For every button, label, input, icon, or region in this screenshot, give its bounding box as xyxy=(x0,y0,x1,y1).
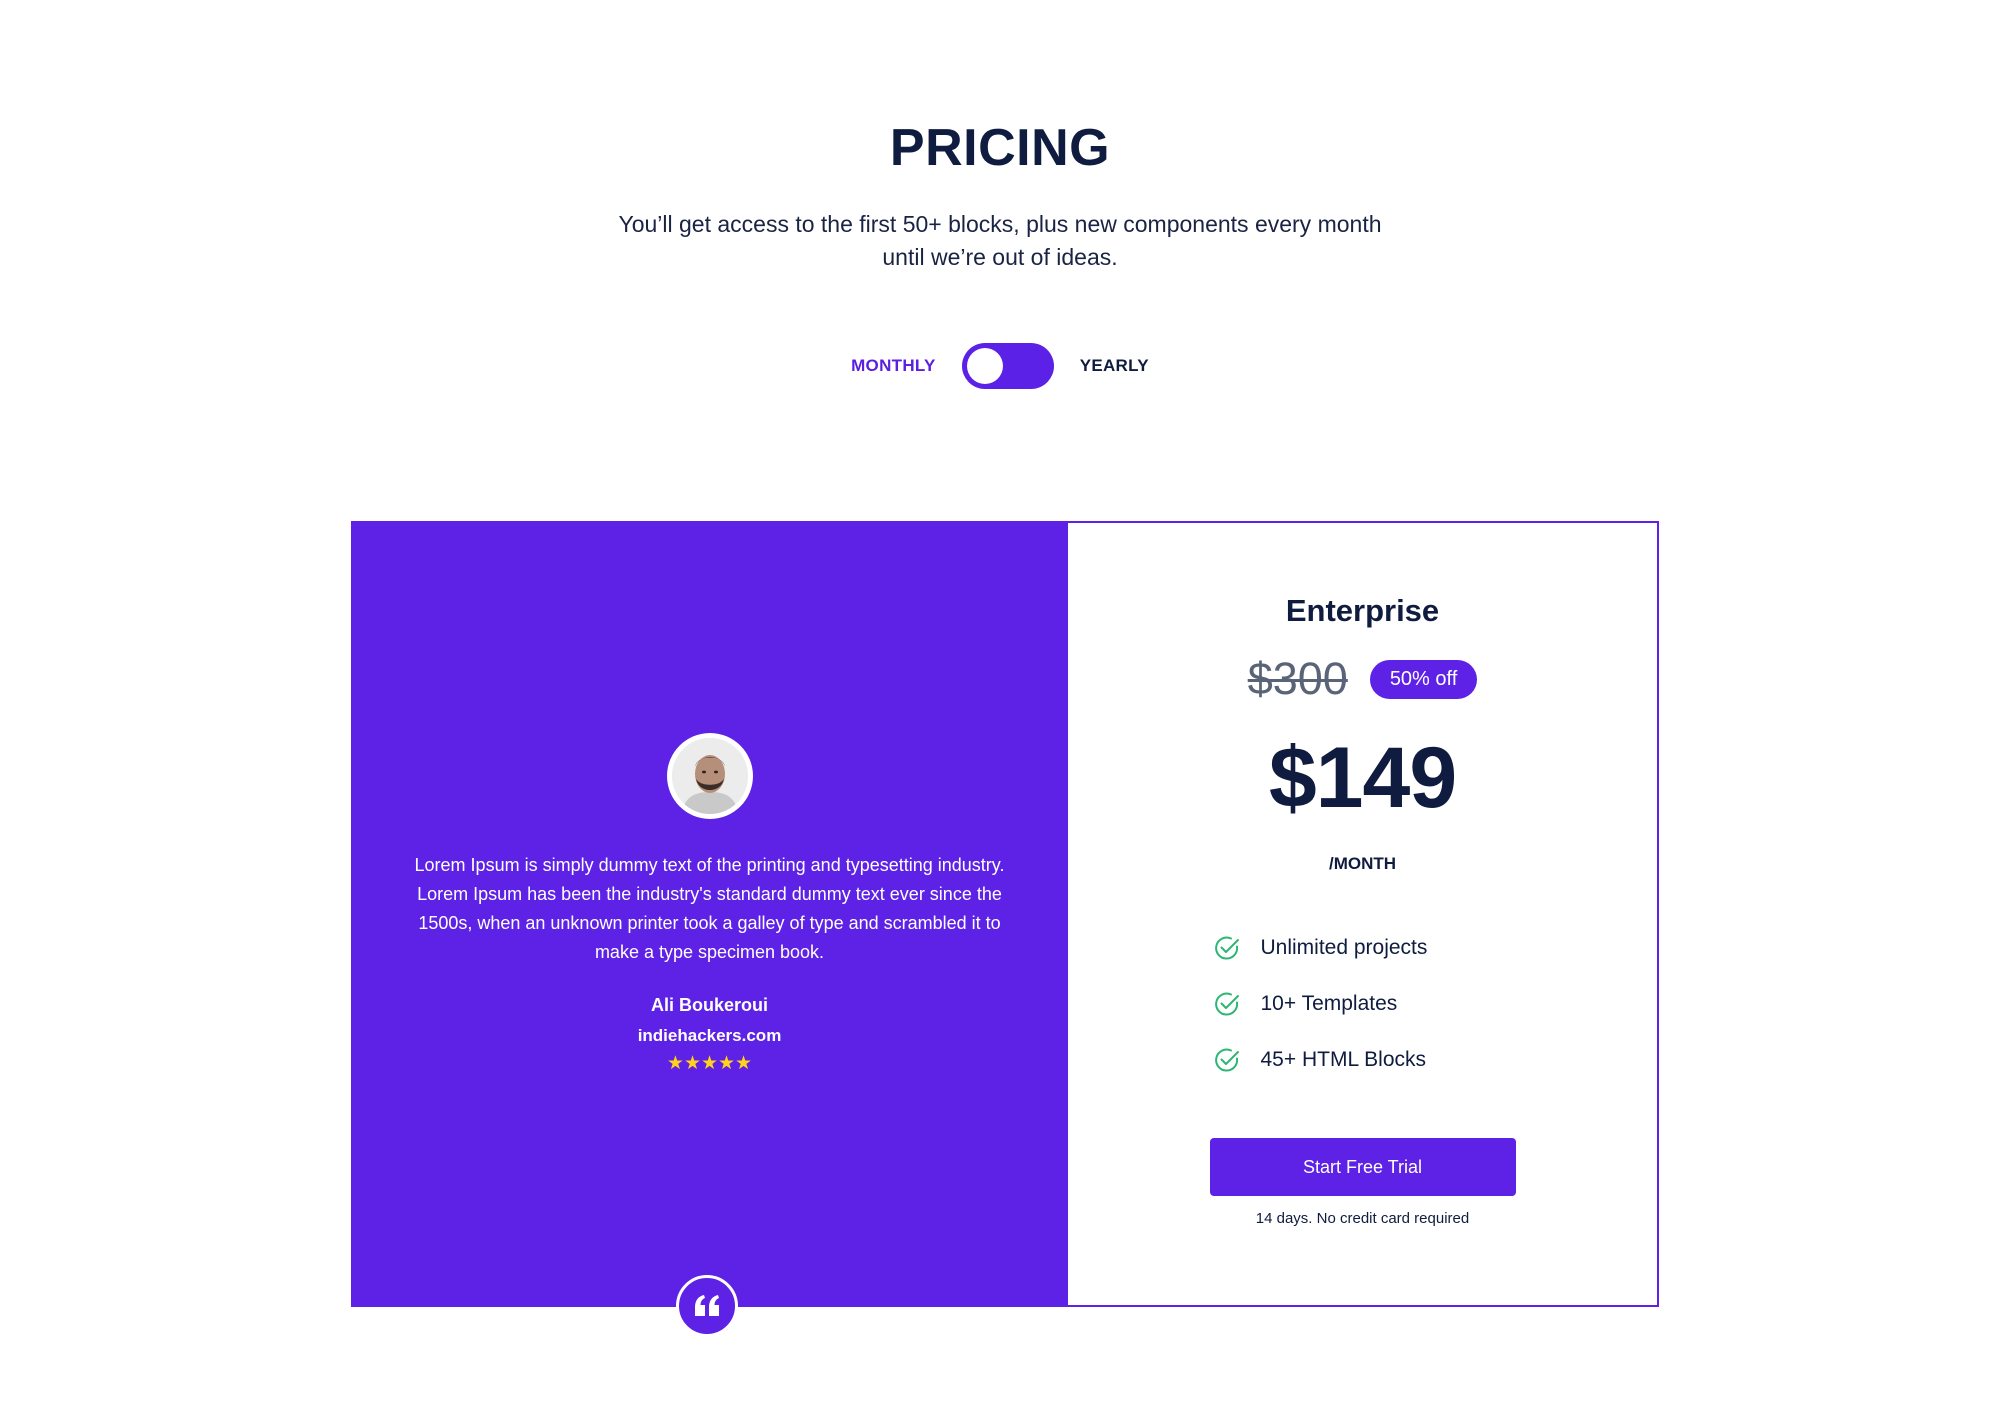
check-circle-icon xyxy=(1213,1046,1241,1074)
feature-item: 45+ HTML Blocks xyxy=(1213,1032,1473,1088)
feature-item: Unlimited projects xyxy=(1213,920,1473,976)
monthly-label[interactable]: MONTHLY xyxy=(851,356,936,376)
star-rating: ★★★★★ xyxy=(667,1054,752,1074)
check-circle-icon xyxy=(1213,934,1241,962)
billing-period: /MONTH xyxy=(1328,854,1397,873)
yearly-label[interactable]: YEARLY xyxy=(1080,356,1149,376)
avatar xyxy=(666,733,753,819)
check-circle-icon xyxy=(1213,990,1241,1018)
plan-panel: Enterprise $300 50% off $149 /MONTH Unli… xyxy=(1068,521,1659,1307)
price-row: $300 50% off xyxy=(1248,653,1478,705)
testimonial-text: Lorem Ipsum is simply dummy text of the … xyxy=(414,855,1005,962)
star-icon: ★★★★★ xyxy=(666,1053,753,1074)
plan-price: $149 xyxy=(1268,730,1457,826)
quote-icon xyxy=(676,1275,738,1337)
plan-name: Enterprise xyxy=(1285,593,1440,628)
page-title: PRICING xyxy=(889,119,1111,177)
trial-note: 14 days. No credit card required xyxy=(1255,1210,1470,1227)
start-free-trial-button[interactable]: Start Free Trial xyxy=(1209,1138,1516,1196)
billing-period-toggle[interactable] xyxy=(961,343,1054,389)
discount-badge: 50% off xyxy=(1369,659,1478,699)
billing-toggle-row: MONTHLY YEARLY xyxy=(0,342,2000,390)
testimonial-site: indiehackers.com xyxy=(637,1026,782,1045)
feature-label: Unlimited projects xyxy=(1260,936,1428,959)
testimonial-panel: Lorem Ipsum is simply dummy text of the … xyxy=(351,521,1068,1337)
avatar-photo xyxy=(671,738,748,814)
testimonial-author: Ali Boukeroui xyxy=(650,995,768,1015)
pricing-card: Lorem Ipsum is simply dummy text of the … xyxy=(351,521,1659,1337)
feature-label: 10+ Templates xyxy=(1260,992,1398,1015)
feature-item: 10+ Templates xyxy=(1213,976,1473,1032)
feature-list: Unlimited projects 10+ Templates 45+ HTM… xyxy=(1213,920,1473,1088)
old-price: $300 xyxy=(1247,653,1348,704)
feature-label: 45+ HTML Blocks xyxy=(1260,1048,1427,1071)
page-subtitle: You’ll get access to the first 50+ block… xyxy=(618,211,1382,270)
toggle-knob xyxy=(966,348,1003,384)
